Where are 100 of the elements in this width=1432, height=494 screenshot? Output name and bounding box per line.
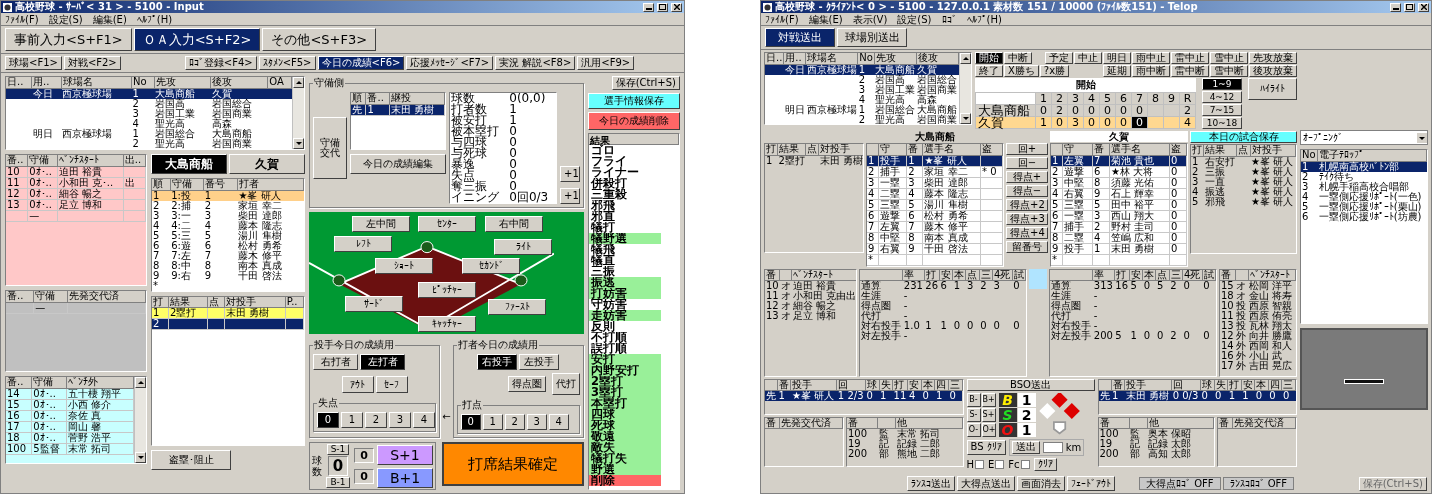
table-cell[interactable]: 3 <box>131 108 155 119</box>
table-cell[interactable]: 0 <box>1169 188 1187 199</box>
table-cell[interactable]: 大島商船 <box>874 64 917 75</box>
table-cell[interactable]: 9 <box>867 243 879 254</box>
position-button[interactable]: ｾｶﾝﾄﾞ <box>462 258 520 274</box>
table-cell[interactable]: 3:一 <box>170 210 204 221</box>
function-tab[interactable]: 実況 解説<F8> <box>495 56 576 70</box>
option-button[interactable]: 2 <box>365 412 387 428</box>
table-cell[interactable]: 西京極球場 <box>61 88 132 99</box>
table-cell[interactable]: 岩国商業 <box>210 138 268 149</box>
scrollbar[interactable] <box>959 53 971 124</box>
option-button[interactable]: 左投手 <box>519 354 560 370</box>
result-item[interactable]: 本塁打 <box>589 398 661 409</box>
table-cell[interactable] <box>765 64 784 75</box>
bso-send-button[interactable]: BSO送出 <box>966 378 1095 391</box>
table-cell[interactable]: 3 <box>152 210 171 221</box>
table-cell[interactable]: 5:三 <box>170 230 204 241</box>
table-cell[interactable]: 4 <box>1051 188 1063 199</box>
function-tab[interactable]: 汎用<F9> <box>577 56 635 70</box>
game-control-button[interactable]: 雨中断 <box>1132 65 1170 77</box>
ball-plus-button[interactable]: B+1 <box>377 467 433 488</box>
table-cell[interactable]: 0 <box>1169 221 1187 232</box>
table-cell[interactable]: 遊撃 <box>878 210 907 221</box>
game-control-button[interactable]: X勝ち <box>1004 65 1039 77</box>
strike-minus-button[interactable]: S-1 <box>326 444 350 455</box>
logo-toggle[interactable]: 大得点ﾛｺﾞ OFF <box>1139 477 1221 490</box>
table-cell[interactable]: 今日 <box>783 64 806 75</box>
table-cell[interactable]: 中堅 <box>1062 177 1093 188</box>
table-cell[interactable]: 2 <box>1092 221 1110 232</box>
plus-one-button[interactable]: +1 <box>560 188 580 204</box>
table-cell[interactable]: 聖光高 <box>874 94 917 105</box>
table-cell[interactable]: 末田 勇樹 <box>1124 390 1172 401</box>
game-control-button[interactable]: 雪中止 <box>1210 52 1248 64</box>
table-cell[interactable]: 7 <box>203 250 238 261</box>
table-cell[interactable]: 7 <box>906 221 923 232</box>
table-cell[interactable]: 末田 勇樹 <box>389 104 445 115</box>
table-cell[interactable]: 5 <box>1051 199 1063 210</box>
table-cell[interactable]: 0 <box>948 390 962 401</box>
game-control-button[interactable]: 雨中止 <box>1132 52 1170 64</box>
table-cell[interactable]: 藤本 隆志 <box>237 220 304 231</box>
table-cell[interactable]: 1 <box>857 64 875 75</box>
table-cell[interactable]: ★峯 研人 <box>922 155 981 166</box>
result-item[interactable]: 敵失 <box>589 442 661 453</box>
table-cell[interactable]: 2 <box>152 318 169 330</box>
table-cell[interactable] <box>224 318 286 330</box>
table-cell[interactable]: 西京極球場 <box>61 128 132 139</box>
judgement-button[interactable]: ｱｳﾄ <box>341 376 374 393</box>
menu-item[interactable]: 編集(E) <box>808 13 843 25</box>
table-cell[interactable]: 南本 真成 <box>922 232 981 243</box>
menu-item[interactable]: 設定(S) <box>897 13 932 25</box>
table-cell[interactable]: 1 <box>1111 390 1125 401</box>
table-cell[interactable]: 一塁側応援ﾘﾎﾟｰﾄ(一色) <box>1317 191 1427 202</box>
table-cell[interactable]: 2 <box>1301 171 1318 182</box>
function-tab[interactable]: 対戦<F2> <box>63 56 121 70</box>
table-cell[interactable]: 家垣 幸二 <box>237 200 304 211</box>
minus-button[interactable]: B- <box>966 392 981 407</box>
table-cell[interactable]: 1 <box>879 390 893 401</box>
table-cell[interactable]: 2 <box>906 166 923 177</box>
table-cell[interactable]: 湯川 隼樹 <box>922 199 981 210</box>
table-cell[interactable]: 1 <box>934 390 949 401</box>
table-cell[interactable]: 先 <box>351 104 366 115</box>
table-cell[interactable]: 岩国工業 <box>154 108 211 119</box>
table-cell[interactable]: 岩国商業 <box>916 114 959 124</box>
table-cell[interactable]: 0 <box>1214 390 1228 401</box>
function-tab[interactable]: 今日の成績<F6> <box>317 56 405 70</box>
team-tab[interactable]: 大島商船 <box>151 154 227 174</box>
table-cell[interactable]: 大島商船 <box>916 104 959 115</box>
minimize-button[interactable] <box>643 2 654 12</box>
table-cell[interactable]: 0 <box>1169 177 1187 188</box>
maximize-button[interactable] <box>1404 2 1415 12</box>
table-cell[interactable]: 9 <box>1051 243 1063 254</box>
strike-plus-button[interactable]: S+1 <box>377 444 433 465</box>
table-cell[interactable]: 西京極球場 <box>805 64 858 75</box>
table-cell[interactable]: 8 <box>906 232 923 243</box>
table-cell[interactable]: 1 2/3 <box>836 390 866 401</box>
position-button[interactable]: ﾌｧｰｽﾄ <box>488 299 546 315</box>
game-control-button[interactable]: ?x勝 <box>1039 65 1070 77</box>
table-cell[interactable]: 7 <box>152 250 171 261</box>
position-button[interactable]: 左中間 <box>352 216 410 232</box>
game-control-button[interactable]: 雪中断 <box>1210 65 1248 77</box>
clear-button[interactable]: ｸﾘｱ <box>1033 457 1057 471</box>
position-button[interactable]: ﾚﾌﾄ <box>334 236 392 252</box>
menu-item[interactable]: 表示(V) <box>852 13 888 25</box>
table-cell[interactable]: 5 <box>906 199 923 210</box>
table-cell[interactable]: 聖光高 <box>154 118 211 129</box>
table-cell[interactable]: 3 <box>857 84 875 95</box>
table-cell[interactable]: 1 <box>203 190 238 201</box>
table-cell[interactable]: 笠嶋 広和 <box>1109 232 1170 243</box>
result-item[interactable]: 敬遠 <box>589 431 661 442</box>
table-cell[interactable]: 4 <box>1301 191 1318 202</box>
confirm-button[interactable]: 打席結果確定 <box>442 442 584 486</box>
table-cell[interactable]: 6 <box>203 240 238 251</box>
speed-field[interactable] <box>1042 441 1063 453</box>
mode-tab[interactable]: ＯＡ入力<S+F2> <box>133 28 261 51</box>
scrollbar[interactable] <box>292 77 304 149</box>
table-cell[interactable]: 2 <box>203 200 238 211</box>
table-cell[interactable]: 岩国総合 <box>874 104 917 115</box>
table-cell[interactable]: 先 <box>1098 390 1111 401</box>
table-cell[interactable]: * <box>1051 254 1063 265</box>
menu-item[interactable]: ﾍﾙﾌﾟ(H) <box>136 13 173 25</box>
